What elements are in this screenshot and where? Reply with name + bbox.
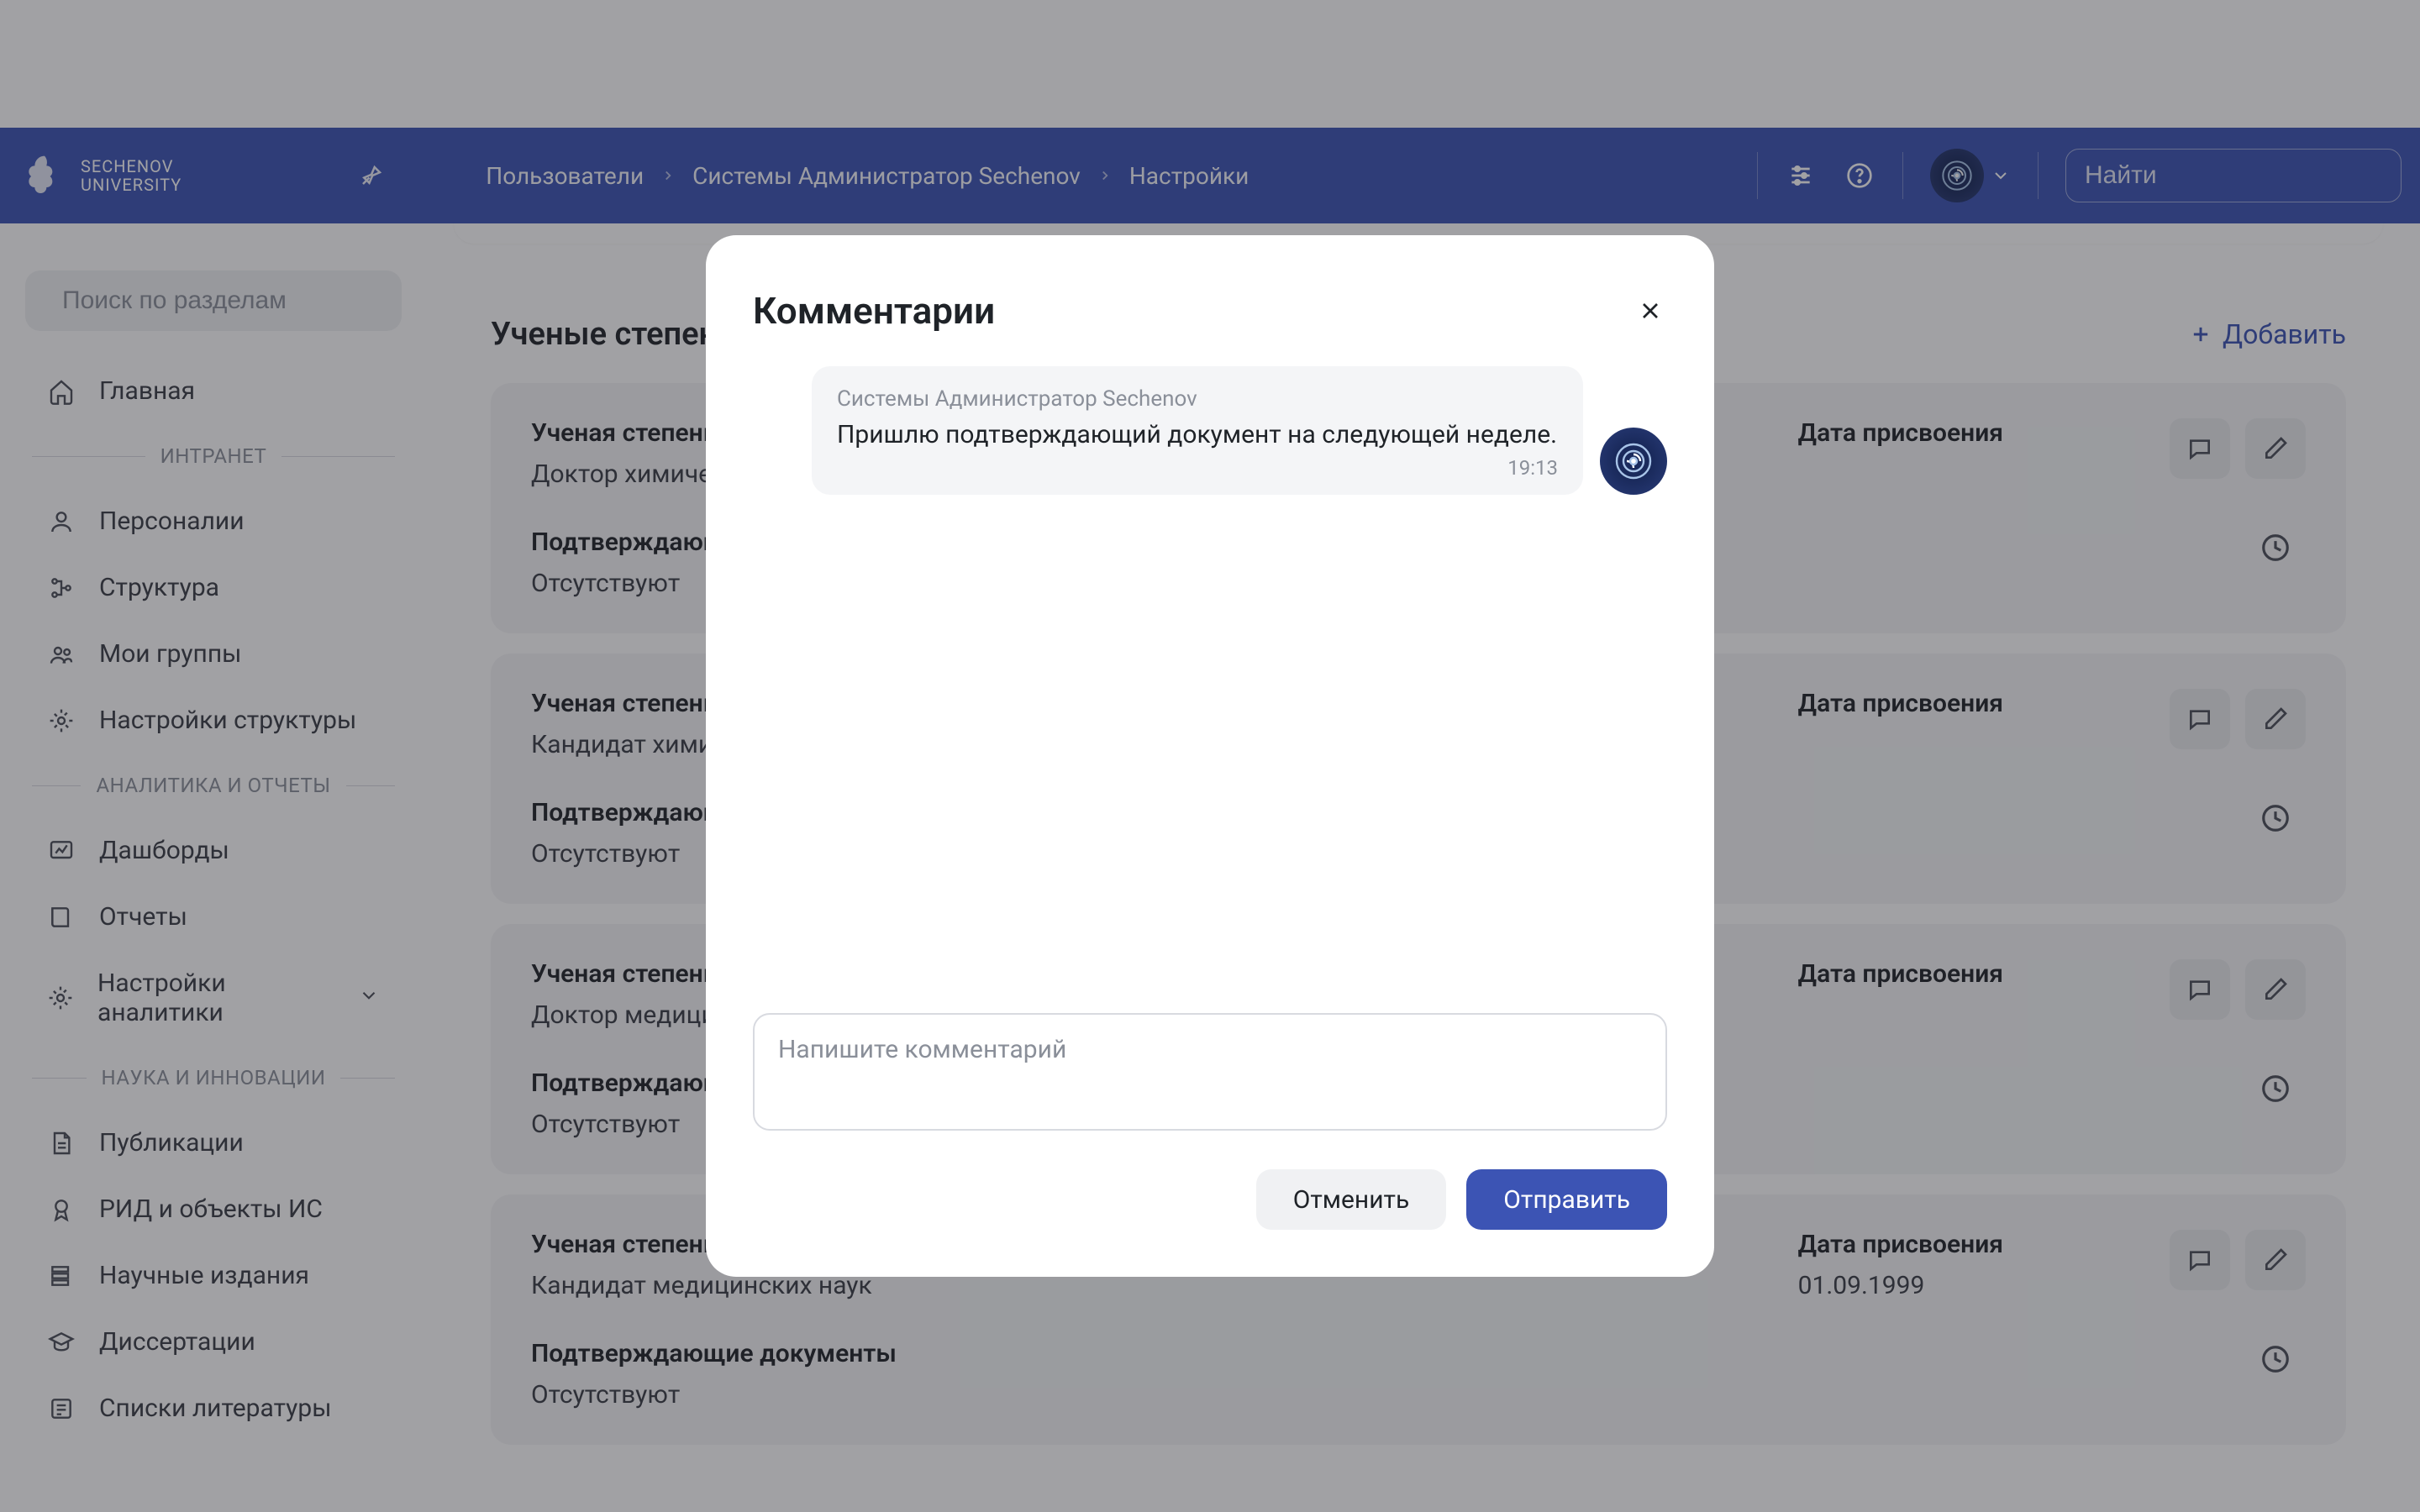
comment-input[interactable]: [753, 1013, 1667, 1131]
avatar: [1600, 428, 1667, 495]
comment-time: 19:13: [837, 456, 1558, 480]
comment-author: Системы Администратор Sechenov: [837, 386, 1558, 412]
modal-title: Комментарии: [753, 289, 995, 333]
cancel-button[interactable]: Отменить: [1256, 1169, 1447, 1230]
comments-modal: Комментарии Системы Администратор Sechen…: [706, 235, 1714, 1277]
modal-overlay[interactable]: Комментарии Системы Администратор Sechen…: [0, 0, 2420, 1512]
close-icon: [1637, 297, 1664, 324]
comment-row: Системы Администратор Sechenov Пришлю по…: [753, 366, 1667, 495]
comments-list: Системы Администратор Sechenov Пришлю по…: [753, 366, 1667, 1013]
comment-bubble: Системы Администратор Sechenov Пришлю по…: [812, 366, 1583, 495]
modal-close-button[interactable]: [1634, 294, 1667, 328]
submit-button[interactable]: Отправить: [1466, 1169, 1667, 1230]
comment-text: Пришлю подтверждающий документ на следую…: [837, 420, 1558, 449]
